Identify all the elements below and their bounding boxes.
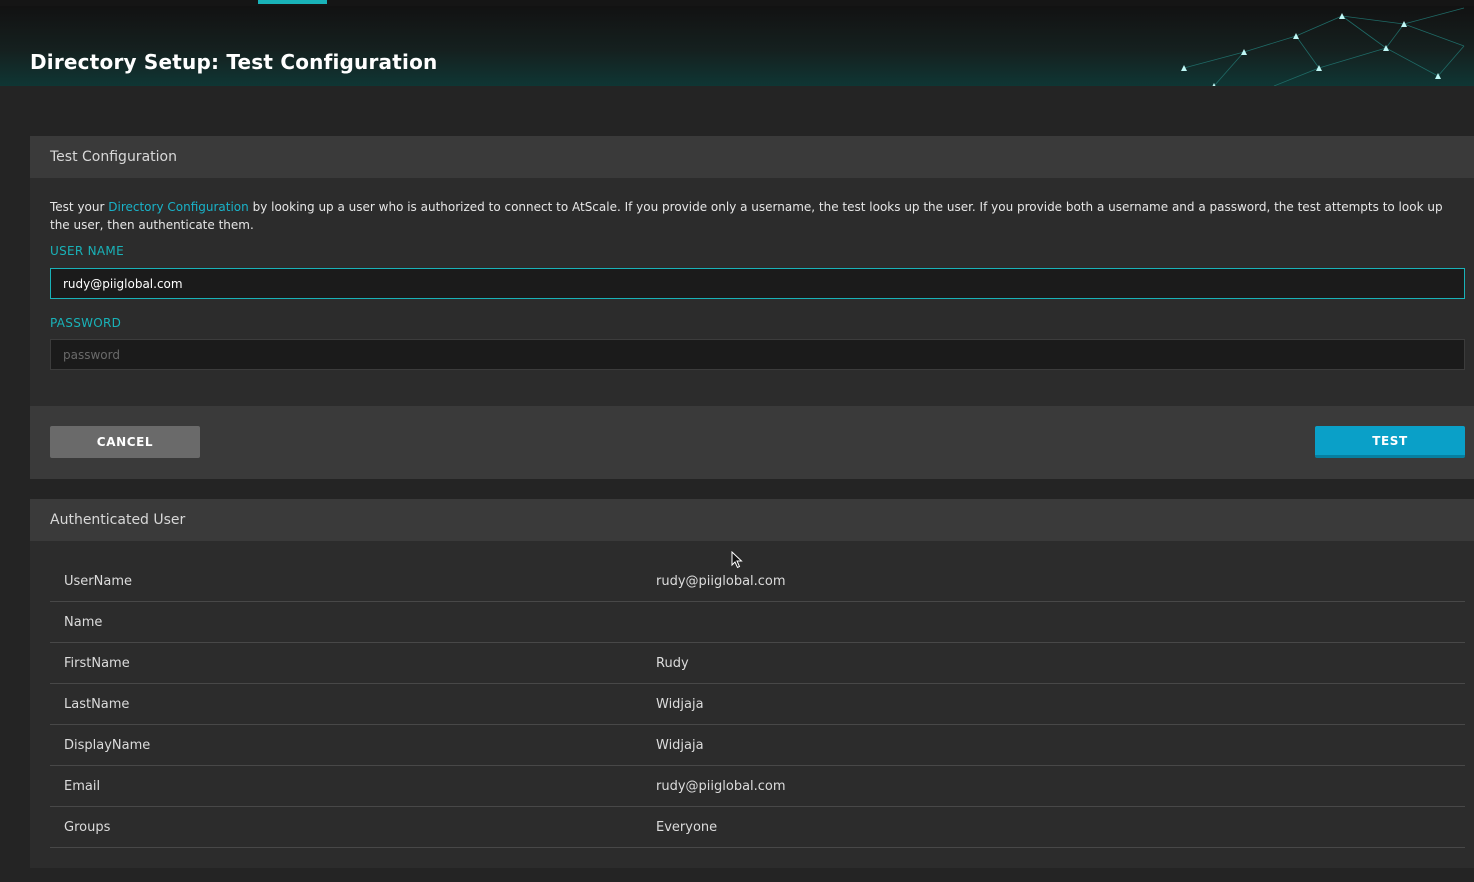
attribute-value: rudy@piiglobal.com xyxy=(642,561,1465,602)
panel-header: Authenticated User xyxy=(30,499,1474,541)
mouse-pointer-icon xyxy=(731,551,743,569)
username-input[interactable] xyxy=(50,268,1465,299)
attribute-value xyxy=(642,601,1465,643)
table-row: LastName Widjaja xyxy=(50,683,1465,725)
attribute-value: Everyone xyxy=(642,806,1465,848)
authenticated-user-panel: Authenticated User UserName rudy@piiglob… xyxy=(30,499,1474,868)
description-suffix: by looking up a user who is authorized t… xyxy=(50,200,1443,232)
attribute-name: Name xyxy=(50,601,642,643)
attribute-value: rudy@piiglobal.com xyxy=(642,765,1465,807)
active-tab-indicator[interactable] xyxy=(258,0,327,4)
attribute-value: Widjaja xyxy=(642,683,1465,725)
password-input[interactable] xyxy=(50,339,1465,370)
password-label: PASSWORD xyxy=(50,316,122,330)
table-row: Groups Everyone xyxy=(50,806,1465,848)
cancel-button[interactable]: CANCEL xyxy=(50,426,200,458)
username-label: USER NAME xyxy=(50,244,124,258)
description-prefix: Test your xyxy=(50,200,109,214)
panel-header: Test Configuration xyxy=(30,136,1474,178)
attribute-name: Groups xyxy=(50,806,642,848)
test-configuration-panel: Test Configuration Test your Directory C… xyxy=(30,136,1474,479)
test-description: Test your Directory Configuration by loo… xyxy=(50,198,1450,234)
table-row: DisplayName Widjaja xyxy=(50,724,1465,766)
action-bar: CANCEL TEST xyxy=(30,406,1474,479)
attribute-name: FirstName xyxy=(50,642,642,684)
page-title: Directory Setup: Test Configuration xyxy=(30,50,438,74)
attribute-name: UserName xyxy=(50,561,642,602)
attribute-name: LastName xyxy=(50,683,642,725)
attribute-value: Rudy xyxy=(642,642,1465,684)
test-button[interactable]: TEST xyxy=(1315,426,1465,458)
attribute-name: DisplayName xyxy=(50,724,642,766)
attribute-name: Email xyxy=(50,765,642,807)
table-row: FirstName Rudy xyxy=(50,642,1465,684)
directory-configuration-link[interactable]: Directory Configuration xyxy=(108,200,249,214)
attribute-value: Widjaja xyxy=(642,724,1465,766)
network-graphic-icon xyxy=(1181,7,1465,86)
table-row: UserName rudy@piiglobal.com xyxy=(50,561,1465,602)
table-row: Email rudy@piiglobal.com xyxy=(50,765,1465,807)
table-row: Name xyxy=(50,601,1465,643)
page-header: Directory Setup: Test Configuration xyxy=(0,6,1474,86)
user-attributes-table: UserName rudy@piiglobal.com Name FirstNa… xyxy=(50,561,1465,848)
